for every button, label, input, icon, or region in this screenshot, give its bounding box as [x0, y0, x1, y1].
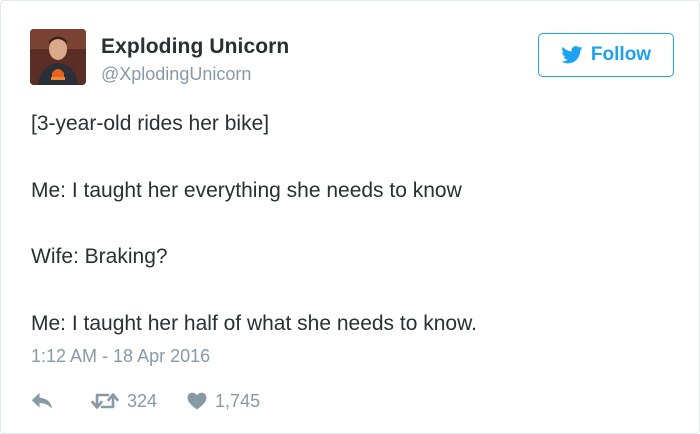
tweet-line: [3-year-old rides her bike]	[31, 112, 270, 135]
twitter-bird-icon	[561, 46, 583, 64]
reply-button[interactable]	[31, 392, 53, 410]
avatar-image	[30, 29, 86, 85]
retweet-icon	[91, 391, 119, 411]
avatar[interactable]	[30, 29, 86, 85]
follow-label: Follow	[590, 44, 652, 65]
retweet-count: 324	[127, 390, 158, 411]
user-handle[interactable]: @XplodingUnicorn	[101, 64, 251, 85]
reply-arrow-icon	[31, 392, 53, 410]
heart-icon	[187, 392, 207, 410]
tweet-card: Exploding Unicorn @XplodingUnicorn Follo…	[0, 0, 700, 434]
tweet-line: Wife: Braking?	[31, 245, 168, 268]
tweet-line: Me: I taught her half of what she needs …	[31, 312, 477, 335]
display-name[interactable]: Exploding Unicorn	[101, 35, 289, 59]
retweet-button[interactable]: 324	[91, 391, 157, 412]
follow-button[interactable]: Follow	[538, 33, 674, 77]
like-button[interactable]: 1,745	[187, 391, 260, 412]
tweet-actions: 324 1,745	[31, 389, 260, 413]
like-count: 1,745	[215, 390, 261, 411]
tweet-line: Me: I taught her everything she needs to…	[31, 179, 462, 202]
tweet-timestamp[interactable]: 1:12 AM - 18 Apr 2016	[31, 346, 210, 367]
